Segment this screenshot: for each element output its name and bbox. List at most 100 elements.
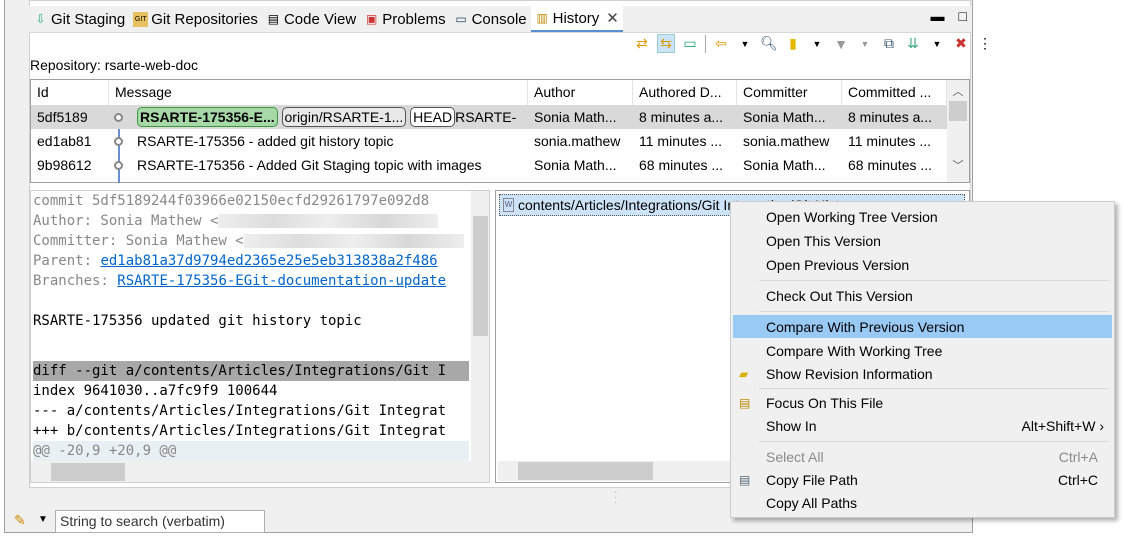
tab-problems[interactable]: ▣ Problems [360,6,449,32]
chevron-down-icon[interactable]: ▼ [38,514,48,525]
column-committed-date[interactable]: Committed ... [842,80,947,105]
horizontal-scrollbar[interactable] [31,461,489,482]
diff-new-file: +++ b/contents/Articles/Integrations/Git… [33,423,447,439]
scroll-down-icon[interactable]: ﹀ [947,157,969,173]
message-text: RSARTE- [455,109,517,125]
commit-message-full: RSARTE-175356 updated git history topic [33,313,362,329]
view-menu-icon[interactable]: ⋮ [976,35,994,52]
tab-git-staging[interactable]: ⇩ Git Staging [29,6,129,32]
committer: sonia.mathew [743,133,830,149]
table-row[interactable]: 5df5189 RSARTE-175356-E... origin/RSARTE… [31,105,947,129]
menu-item-open-previous-version[interactable]: Open Previous Version [733,253,1112,276]
author: Sonia Math... [534,157,617,173]
menu-separator [759,388,1109,389]
commit-hash: commit 5df5189244f03966e02150ecfd2926179… [33,193,430,209]
tab-label: Problems [382,10,446,28]
commit-id: ed1ab81 [37,133,92,149]
tab-console[interactable]: ▭ Console [450,6,531,32]
search-options-icon[interactable]: ✎ [14,512,26,529]
git-staging-icon: ⇩ [35,11,46,26]
parent-link[interactable]: ed1ab81a37d9794ed2365e25e5eb313838a2f486 [100,253,437,269]
menu-item-compare-with-previous-version[interactable]: Compare With Previous Version [733,315,1112,338]
commit-message: RSARTE-175356-E... origin/RSARTE-1... HE… [109,107,528,127]
show-all-branches-icon[interactable]: ⇦ [712,35,730,52]
diff-hunk: @@ -20,9 +20,9 @@ [33,441,469,461]
scroll-up-icon[interactable]: ︿ [947,83,969,99]
column-message[interactable]: Message [109,80,528,105]
change-layout-icon[interactable]: ⧉ [880,35,898,52]
copy-icon: ▤ [739,472,751,487]
diff-header: diff --git a/contents/Articles/Integrati… [33,361,469,381]
console-icon: ▭ [455,11,467,26]
authored-date: 68 minutes ... [639,157,724,173]
sash-handle[interactable]: · · · [614,488,617,508]
chevron-down-icon[interactable]: ▼ [808,39,826,49]
commit-id: 5df5189 [37,109,88,125]
menu-item-compare-with-working-tree[interactable]: Compare With Working Tree [733,339,1112,362]
committed-date: 8 minutes a... [848,109,933,125]
minimize-icon[interactable]: ▬ [931,8,945,24]
branch-link[interactable]: RSARTE-175356-EGit-documentation-update [117,273,446,289]
committed-date: 68 minutes ... [848,157,933,173]
tab-git-repositories[interactable]: GIT Git Repositories [129,6,262,32]
menu-item-copy-file-path[interactable]: ▤ Copy File Path Ctrl+C [733,468,1112,491]
link-with-selection-icon[interactable]: ⇄ [633,35,651,52]
table-scrollbar[interactable]: ︿ ﹀ [947,80,969,182]
authored-date: 11 minutes ... [639,133,723,149]
code-view-icon: ▤ [267,11,280,26]
show-first-parent-icon[interactable]: ▭ [681,35,699,52]
commit-details-pane[interactable]: commit 5df5189244f03966e02150ecfd2926179… [30,190,490,483]
menu-separator [759,311,1109,312]
menu-item-show-in[interactable]: Show In Alt+Shift+W › [733,414,1112,437]
repository-label: Repository: rsarte-web-doc [30,57,199,73]
commit-message: RSARTE-175356 - Added Git Staging topic … [137,157,482,173]
menu-separator [759,441,1109,442]
branch-badge: RSARTE-175356-E... [137,107,278,127]
tab-label: Console [471,10,527,28]
chevron-down-icon[interactable]: ▼ [928,39,946,49]
find-icon[interactable]: 🔍︎ [760,35,778,52]
scroll-thumb[interactable] [949,101,967,121]
author: Sonia Math... [534,109,617,125]
redacted-email [218,214,439,228]
scroll-thumb[interactable] [473,216,488,336]
committer: Sonia Math... [743,109,826,125]
remove-icon[interactable]: ✖ [952,35,970,52]
menu-item-focus-on-this-file[interactable]: ▤ Focus On This File [733,391,1112,414]
parent-line: Parent: ed1ab81a37d9794ed2365e25e5eb3138… [33,253,438,269]
column-id[interactable]: Id [31,80,109,105]
committed-date: 11 minutes ... [848,133,932,149]
column-committer[interactable]: Committer [737,80,842,105]
menu-item-check-out-this-version[interactable]: Check Out This Version [733,284,1112,307]
compare-mode-icon[interactable]: ⇆ [657,34,675,53]
search-input[interactable]: String to search (verbatim) [55,510,265,533]
repository-icon[interactable]: ▮ [784,35,802,52]
tab-code-view[interactable]: ▤ Code View [262,6,360,32]
redacted-email [243,234,464,248]
tab-history[interactable]: ▥ History ✕ [530,6,623,32]
show-additional-refs-icon[interactable]: ⇊ [904,35,922,52]
close-icon[interactable]: ✕ [606,9,619,27]
file-icon: W [503,198,514,212]
author: sonia.mathew [534,133,621,149]
filter-icon[interactable]: ▼ [832,36,850,52]
scroll-thumb[interactable] [518,462,653,480]
column-author[interactable]: Author [528,80,633,105]
chevron-down-icon[interactable]: ▼ [736,39,754,49]
menu-item-copy-all-paths[interactable]: Copy All Paths [733,491,1112,514]
diff-old-file: --- a/contents/Articles/Integrations/Git… [33,403,447,419]
commit-node [114,137,123,146]
column-authored-date[interactable]: Authored D... [633,80,737,105]
scroll-thumb[interactable] [51,463,125,481]
menu-item-open-this-version[interactable]: Open This Version [733,229,1112,252]
menu-separator [759,280,1109,281]
chevron-down-icon[interactable]: ▼ [856,39,874,49]
maximize-icon[interactable]: □ [959,8,967,24]
menu-item-open-working-tree-version[interactable]: Open Working Tree Version [733,205,1112,228]
commit-table[interactable]: Id Message Author Authored D... Committe… [30,79,970,183]
commit-node [114,113,123,122]
vertical-scrollbar[interactable] [471,191,489,461]
problems-icon: ▣ [366,11,378,26]
menu-item-show-revision-information[interactable]: ▰ Show Revision Information [733,362,1112,385]
commit-node [114,161,123,170]
